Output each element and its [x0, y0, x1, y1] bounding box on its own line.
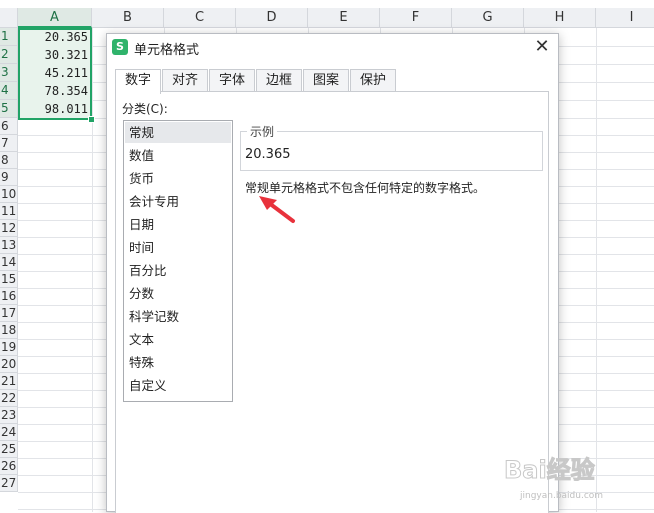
category-item-fraction[interactable]: 分数 [125, 283, 231, 304]
row-header[interactable]: 10 [0, 186, 18, 203]
format-cells-dialog: S 单元格格式 ✕ 数字 对齐 字体 边框 图案 保护 分类(C): 常规 数值… [106, 33, 559, 513]
row-header[interactable]: 26 [0, 458, 18, 475]
sample-value: 20.365 [245, 147, 291, 162]
row-header[interactable]: 17 [0, 305, 18, 322]
category-item-scientific[interactable]: 科学记数 [125, 306, 231, 327]
row-header[interactable]: 23 [0, 407, 18, 424]
category-item-time[interactable]: 时间 [125, 237, 231, 258]
row-header[interactable]: 16 [0, 288, 18, 305]
column-header-i[interactable]: I [596, 8, 654, 28]
category-label: 分类(C): [122, 102, 168, 116]
tab-alignment[interactable]: 对齐 [162, 69, 208, 92]
category-item-percentage[interactable]: 百分比 [125, 260, 231, 281]
column-header-c[interactable]: C [164, 8, 236, 28]
tab-protection[interactable]: 保护 [350, 69, 396, 92]
tab-border[interactable]: 边框 [256, 69, 302, 92]
close-icon[interactable]: ✕ [532, 37, 552, 57]
category-item-number[interactable]: 数值 [125, 145, 231, 166]
tab-pattern[interactable]: 图案 [303, 69, 349, 92]
row-header[interactable]: 20 [0, 356, 18, 373]
watermark-subtext: jingyan.baidu.com [519, 491, 603, 501]
sample-label: 示例 [247, 123, 278, 140]
row-header[interactable]: 13 [0, 237, 18, 254]
select-all-corner[interactable] [0, 8, 18, 28]
column-header-g[interactable]: G [452, 8, 524, 28]
row-header[interactable]: 22 [0, 390, 18, 407]
row-header[interactable]: 2 [0, 46, 18, 64]
column-header-b[interactable]: B [92, 8, 164, 28]
watermark-text: Bai经验 [504, 456, 595, 484]
cell-a5[interactable]: 98.011 [18, 100, 91, 118]
category-item-special[interactable]: 特殊 [125, 352, 231, 373]
row-header[interactable]: 6 [0, 118, 18, 135]
row-header[interactable]: 11 [0, 203, 18, 220]
fill-handle[interactable] [88, 116, 95, 123]
cell-a3[interactable]: 45.211 [18, 64, 91, 82]
row-header[interactable]: 9 [0, 169, 18, 186]
cell-a1[interactable]: 20.365 [18, 28, 91, 46]
column-header-e[interactable]: E [308, 8, 380, 28]
column-header-f[interactable]: F [380, 8, 452, 28]
row-header[interactable]: 12 [0, 220, 18, 237]
row-header[interactable]: 24 [0, 424, 18, 441]
wps-app-icon: S [112, 39, 128, 55]
category-item-accounting[interactable]: 会计专用 [125, 191, 231, 212]
row-header[interactable]: 18 [0, 322, 18, 339]
row-header[interactable]: 4 [0, 82, 18, 100]
dialog-titlebar[interactable]: S 单元格格式 ✕ [107, 34, 558, 60]
category-item-date[interactable]: 日期 [125, 214, 231, 235]
row-header[interactable]: 1 [0, 28, 18, 46]
row-header[interactable]: 14 [0, 254, 18, 271]
column-header-h[interactable]: H [524, 8, 596, 28]
row-header[interactable]: 25 [0, 441, 18, 458]
dialog-title: 单元格格式 [134, 43, 200, 58]
cell-a2[interactable]: 30.321 [18, 46, 91, 64]
baidu-jingyan-watermark-logo: Bai经验 jingyan.baidu.com [504, 456, 604, 502]
row-header[interactable]: 8 [0, 152, 18, 169]
cell-a4[interactable]: 78.354 [18, 82, 91, 100]
row-header[interactable]: 7 [0, 135, 18, 152]
category-item-text[interactable]: 文本 [125, 329, 231, 350]
row-header[interactable]: 15 [0, 271, 18, 288]
tab-number[interactable]: 数字 [115, 69, 161, 94]
tab-font[interactable]: 字体 [209, 69, 255, 92]
red-arrow-icon [259, 196, 295, 223]
category-list[interactable]: 常规 数值 货币 会计专用 日期 时间 百分比 分数 科学记数 文本 特殊 自定… [123, 120, 233, 402]
row-header[interactable]: 19 [0, 339, 18, 356]
row-header[interactable]: 3 [0, 64, 18, 82]
category-item-general[interactable]: 常规 [125, 122, 231, 143]
row-header[interactable]: 21 [0, 373, 18, 390]
category-item-custom[interactable]: 自定义 [125, 375, 231, 396]
row-header[interactable]: 27 [0, 475, 18, 492]
column-header-d[interactable]: D [236, 8, 308, 28]
row-header[interactable]: 5 [0, 100, 18, 118]
column-header-a[interactable]: A [18, 8, 92, 28]
category-item-currency[interactable]: 货币 [125, 168, 231, 189]
